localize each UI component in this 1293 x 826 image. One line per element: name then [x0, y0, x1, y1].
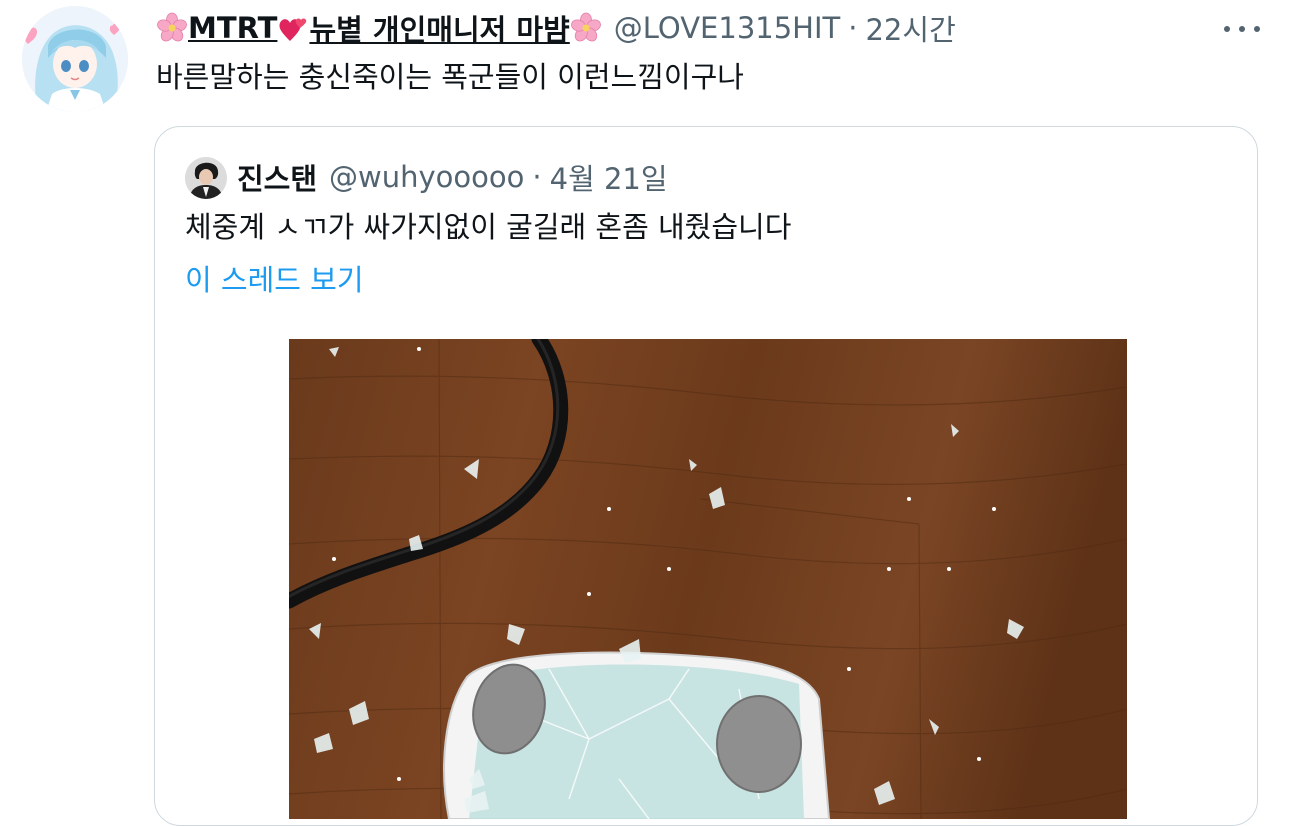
quote-author-name: 진스탠 [237, 162, 318, 196]
cherry-blossom-icon [570, 12, 601, 42]
quote-author-avatar [185, 157, 227, 199]
tweet-timestamp[interactable]: 22시간 [865, 7, 955, 49]
quote-date: 4월 21일 [549, 162, 668, 196]
author-avatar[interactable] [22, 6, 128, 112]
quoted-tweet-card[interactable]: 진스탠 @wuhyooooo · 4월 21일 체중계 ㅅㄲ가 싸가지없이 굴길… [154, 126, 1258, 826]
show-thread-link[interactable]: 이 스레드 보기 [185, 260, 364, 300]
quote-text: 체중계 ㅅㄲ가 싸가지없이 굴길래 혼좀 내줬습니다 [185, 210, 792, 244]
separator-dot: · [848, 11, 858, 45]
quote-photo[interactable] [289, 339, 1127, 819]
two-hearts-icon [279, 18, 307, 41]
author-name-text: MTRT [188, 11, 278, 45]
quote-header: 진스탠 @wuhyooooo · 4월 21일 [237, 155, 668, 199]
separator-dot: · [532, 160, 542, 194]
author-name-suffix: 뉴볕 개인매니저 마뱜 [309, 13, 570, 47]
tweet-header: MTRT 뉴볕 개인매니저 마뱜 @LOVE1315HIT · 22시간 [156, 8, 956, 48]
tweet-text: 바른말하는 충신죽이는 폭군들이 이런느낌이구나 [156, 60, 744, 94]
more-options-icon[interactable] [1224, 16, 1260, 42]
cherry-blossom-icon [157, 12, 187, 42]
author-name-link[interactable]: MTRT 뉴볕 개인매니저 마뱜 [156, 7, 602, 49]
author-handle[interactable]: @LOVE1315HIT [614, 11, 840, 45]
quote-author-handle: @wuhyooooo [329, 160, 525, 194]
